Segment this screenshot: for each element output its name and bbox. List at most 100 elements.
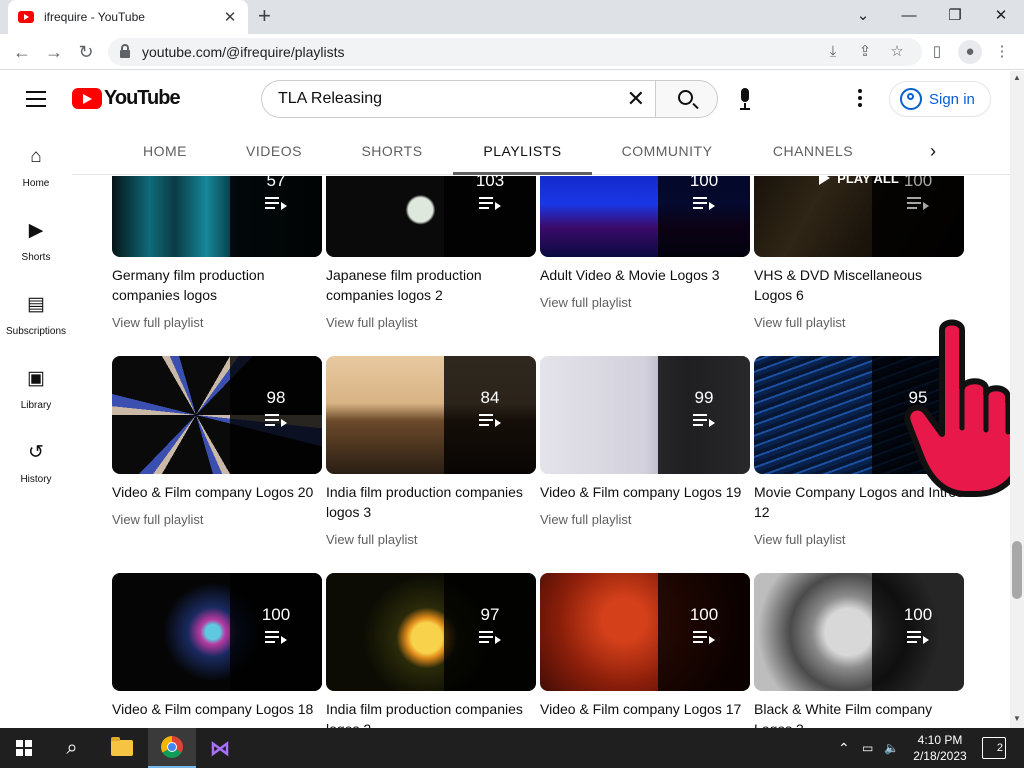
lock-icon[interactable] — [120, 44, 130, 58]
system-clock[interactable]: 4:10 PM 2/18/2023 — [900, 732, 980, 764]
taskbar-search-icon[interactable]: ⌕ — [48, 728, 96, 768]
address-bar[interactable]: youtube.com/@ifrequire/playlists ⤓ ⇪ ☆ — [108, 38, 922, 66]
channel-tabs: HOME VIDEOS SHORTS PLAYLISTS COMMUNITY C… — [72, 127, 1010, 175]
playlist-thumbnail[interactable]: 57 — [112, 176, 322, 257]
scroll-down-icon[interactable]: ▼ — [1012, 714, 1022, 723]
guide-item-library[interactable]: ▣ Library — [0, 349, 72, 413]
playlist-title[interactable]: Germany film production companies logos — [112, 265, 322, 305]
playlist-card[interactable]: 97 India film production companies logos… — [326, 573, 536, 728]
view-full-playlist-link[interactable]: View full playlist — [112, 315, 322, 330]
notifications-icon[interactable]: 2 — [982, 737, 1006, 759]
playlist-card[interactable]: 100 Video & Film company Logos 18 — [112, 573, 322, 728]
windows-logo-icon — [16, 740, 32, 756]
view-full-playlist-link[interactable]: View full playlist — [540, 295, 750, 310]
tab-videos[interactable]: VIDEOS — [238, 127, 310, 175]
playlist-title[interactable]: Video & Film company Logos 18 — [112, 699, 322, 728]
vertical-scrollbar[interactable]: ▲ ▼ — [1010, 71, 1024, 728]
playlist-thumbnail[interactable]: 98 — [112, 356, 322, 474]
playlist-thumbnail[interactable]: 100 — [540, 573, 750, 691]
playlist-thumbnail[interactable]: 100 PLAY ALL — [754, 176, 964, 257]
playlist-thumbnail[interactable]: 100 — [112, 573, 322, 691]
view-full-playlist-link[interactable]: View full playlist — [112, 512, 322, 527]
playlist-card[interactable]: 100 Video & Film company Logos 17 — [540, 573, 750, 728]
view-full-playlist-link[interactable]: View full playlist — [326, 532, 536, 547]
file-explorer-button[interactable] — [98, 728, 146, 768]
playlist-count-overlay: 100 — [658, 573, 750, 691]
play-icon — [819, 176, 831, 185]
chrome-taskbar-button[interactable] — [148, 728, 196, 768]
playlist-card[interactable]: 99 Video & Film company Logos 19 View fu… — [540, 356, 750, 527]
window-minimize-button[interactable]: — — [894, 4, 924, 28]
guide-menu-icon[interactable] — [26, 91, 46, 107]
playlist-card[interactable]: 57 Germany film production companies log… — [112, 176, 322, 330]
tray-chevron-icon[interactable]: ⌃ — [838, 728, 850, 768]
playlist-card[interactable]: 100 Black & White Film company Logos 3 — [754, 573, 964, 728]
playlist-card[interactable]: 84 India film production companies logos… — [326, 356, 536, 547]
guide-item-history[interactable]: ↺ History — [0, 423, 72, 487]
scrollbar-thumb[interactable] — [1012, 541, 1022, 599]
guide-item-home[interactable]: ⌂ Home — [0, 127, 72, 191]
view-full-playlist-link[interactable]: View full playlist — [754, 532, 964, 547]
visual-studio-button[interactable]: ⋈ — [196, 728, 244, 768]
search-box[interactable]: ✕ — [261, 80, 655, 118]
playlist-icon — [693, 197, 715, 210]
view-full-playlist-link[interactable]: View full playlist — [326, 315, 536, 330]
bookmark-star-icon[interactable]: ☆ — [886, 40, 908, 64]
playlist-thumbnail[interactable]: 84 — [326, 356, 536, 474]
chevron-right-icon[interactable]: › — [930, 141, 936, 162]
guide-item-shorts[interactable]: ▶ Shorts — [0, 201, 72, 265]
playlist-thumbnail[interactable]: 99 — [540, 356, 750, 474]
browser-tab[interactable]: ifrequire - YouTube ✕ — [8, 0, 248, 34]
settings-menu-icon[interactable] — [856, 89, 864, 109]
playlist-thumbnail[interactable]: 103 — [326, 176, 536, 257]
sign-in-button[interactable]: Sign in — [889, 81, 991, 117]
start-button[interactable] — [0, 728, 48, 768]
clear-search-icon[interactable]: ✕ — [627, 88, 645, 110]
play-all-button[interactable]: PLAY ALL — [754, 176, 964, 257]
profile-icon[interactable]: ● — [958, 40, 982, 64]
playlist-title[interactable]: VHS & DVD Miscellaneous Logos 6 — [754, 265, 964, 305]
playlist-card[interactable]: 100 PLAY ALL VHS & DVD Miscellaneous Log… — [754, 176, 964, 330]
voice-search-icon[interactable] — [738, 88, 752, 112]
playlist-thumbnail[interactable]: 100 — [754, 573, 964, 691]
tab-close-icon[interactable]: ✕ — [222, 8, 238, 26]
playlist-title[interactable]: Video & Film company Logos 20 — [112, 482, 322, 502]
playlist-thumbnail[interactable]: 97 — [326, 573, 536, 691]
chrome-menu-icon[interactable]: ⋮ — [990, 40, 1014, 64]
tab-shorts[interactable]: SHORTS — [356, 127, 428, 175]
playlist-title[interactable]: India film production companies logos 2 — [326, 699, 536, 728]
playlist-card[interactable]: 98 Video & Film company Logos 20 View fu… — [112, 356, 322, 527]
playlist-title[interactable]: Video & Film company Logos 17 — [540, 699, 750, 728]
window-close-button[interactable]: ✕ — [986, 4, 1016, 28]
playlist-title[interactable]: India film production companies logos 3 — [326, 482, 536, 522]
playlist-title[interactable]: Adult Video & Movie Logos 3 — [540, 265, 750, 285]
new-tab-button[interactable]: + — [258, 5, 271, 27]
window-restore-button[interactable]: ❐ — [940, 4, 970, 28]
share-icon[interactable]: ⇪ — [854, 40, 876, 64]
playlist-card[interactable]: 100 Adult Video & Movie Logos 3 View ful… — [540, 176, 750, 310]
playlist-card[interactable]: 103 Japanese film production companies l… — [326, 176, 536, 330]
url-text[interactable]: youtube.com/@ifrequire/playlists — [142, 44, 345, 60]
search-input[interactable] — [278, 90, 618, 108]
install-app-icon[interactable]: ⤓ — [822, 40, 844, 64]
tab-channels[interactable]: CHANNELS — [770, 127, 856, 175]
playlist-title[interactable]: Japanese film production companies logos… — [326, 265, 536, 305]
tab-search-icon[interactable]: ⌄ — [848, 4, 878, 28]
volume-icon[interactable]: 🔈 — [884, 728, 899, 768]
youtube-logo[interactable]: YouTube — [72, 87, 181, 110]
network-icon[interactable]: ▭ — [862, 728, 873, 768]
search-button[interactable] — [655, 80, 718, 118]
reload-icon[interactable]: ↻ — [74, 40, 98, 64]
scroll-up-icon[interactable]: ▲ — [1012, 73, 1022, 82]
tab-home[interactable]: HOME — [130, 127, 200, 175]
side-panel-icon[interactable]: ▯ — [925, 40, 949, 64]
guide-item-subscriptions[interactable]: ▤ Subscriptions — [0, 275, 72, 339]
playlist-title[interactable]: Video & Film company Logos 19 — [540, 482, 750, 502]
tab-community[interactable]: COMMUNITY — [618, 127, 716, 175]
view-full-playlist-link[interactable]: View full playlist — [540, 512, 750, 527]
back-icon[interactable]: ← — [10, 40, 34, 64]
playlist-thumbnail[interactable]: 100 — [540, 176, 750, 257]
forward-icon[interactable]: → — [42, 40, 66, 64]
playlist-title[interactable]: Black & White Film company Logos 3 — [754, 699, 964, 728]
tab-playlists[interactable]: PLAYLISTS — [453, 127, 592, 175]
